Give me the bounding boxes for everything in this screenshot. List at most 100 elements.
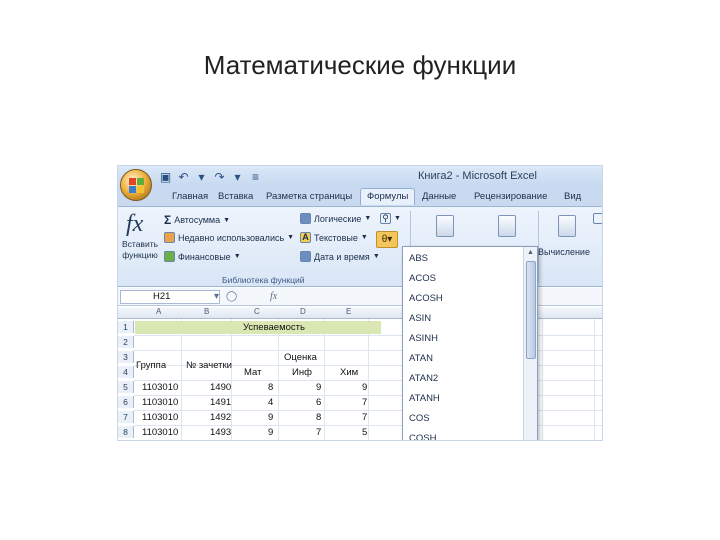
dropdown-arrow-icon[interactable]: ▾ (230, 170, 245, 185)
autosum-label: Автосумма (174, 215, 221, 225)
menu-item-function[interactable]: ASIN (409, 313, 431, 324)
cell-math[interactable]: 4 (268, 397, 273, 409)
cell-math[interactable]: 9 (268, 412, 273, 424)
column-header[interactable]: C (254, 307, 260, 316)
tab-home[interactable]: Главная (172, 191, 208, 202)
cell-record-book[interactable]: 1493 (210, 427, 231, 439)
math-trig-button[interactable]: θ▾ (376, 231, 398, 248)
office-button[interactable] (120, 169, 152, 201)
dropdown-arrow-icon[interactable]: ▾ (194, 170, 209, 185)
sigma-icon: Σ (164, 213, 172, 227)
calc-now-icon[interactable] (593, 213, 602, 224)
tab-review[interactable]: Рецензирование (474, 191, 547, 202)
redo-icon[interactable]: ↷ (212, 170, 227, 185)
row-header[interactable]: 6 (118, 396, 134, 408)
calculation-label: Вычисление (538, 247, 590, 257)
cell-math[interactable]: 9 (268, 427, 273, 439)
cell-informatics[interactable]: 9 (316, 382, 321, 394)
column-header[interactable]: A (156, 307, 161, 316)
text-functions-label: Текстовые (314, 232, 358, 243)
row-header[interactable]: 8 (118, 426, 134, 438)
chevron-down-icon[interactable]: ▾ (214, 291, 219, 302)
cell-chemistry[interactable]: 7 (362, 397, 367, 409)
cell-informatics[interactable]: 8 (316, 412, 321, 424)
excel-screenshot: ▣ ↶ ▾ ↷ ▾ ≡ Книга2 - Microsoft Excel Гла… (117, 165, 603, 441)
menu-item-function[interactable]: ACOSH (409, 293, 443, 304)
cell-chemistry[interactable]: 5 (362, 427, 367, 439)
calculation-options-icon[interactable] (558, 215, 576, 237)
menu-item-function[interactable]: ACOS (409, 273, 436, 284)
tab-page-layout[interactable]: Разметка страницы (266, 191, 352, 202)
calculation-button[interactable]: Вычисление (538, 247, 590, 257)
insert-function-icon[interactable]: fx (126, 211, 143, 238)
row-header[interactable]: 2 (118, 336, 134, 348)
column-header[interactable]: E (346, 307, 351, 316)
cell-chemistry[interactable]: 7 (362, 412, 367, 424)
cell-group[interactable]: 1103010 (142, 382, 178, 394)
cell-informatics[interactable]: 6 (316, 397, 321, 409)
tab-view[interactable]: Вид (564, 191, 581, 202)
menu-item-function[interactable]: ATANH (409, 393, 440, 404)
cell-group[interactable]: 1103010 (142, 412, 178, 424)
tab-formulas[interactable]: Формулы (360, 188, 416, 205)
cell-math[interactable]: 8 (268, 382, 273, 394)
tab-data[interactable]: Данные (422, 191, 456, 202)
customize-qat-icon[interactable]: ≡ (248, 170, 263, 185)
chevron-down-icon: ▼ (372, 253, 380, 260)
menu-item-function[interactable]: ASINH (409, 333, 438, 344)
autosum-button[interactable]: Σ Автосумма ▼ (164, 213, 230, 227)
financial-functions-icon (164, 251, 175, 262)
name-manager-icon[interactable] (436, 215, 454, 237)
recent-functions-icon (164, 232, 175, 243)
insert-function-button[interactable]: Вставить функцию (120, 239, 160, 261)
cell-record-book[interactable]: 1491 (210, 397, 231, 409)
slide-title: Математические функции (203, 50, 517, 80)
save-icon[interactable]: ▣ (158, 170, 173, 185)
name-box[interactable]: H21 (120, 290, 220, 304)
grid-line (278, 319, 279, 440)
cell-chemistry[interactable]: 9 (362, 382, 367, 394)
row-header[interactable]: 5 (118, 381, 134, 393)
scroll-up-icon[interactable]: ▲ (524, 247, 537, 259)
header-chemistry: Хим (340, 367, 359, 378)
recent-functions-button[interactable]: Недавно использовались ▼ (164, 232, 294, 243)
chevron-down-icon: ▼ (360, 234, 368, 241)
grid-line (368, 319, 369, 440)
datetime-functions-button[interactable]: Дата и время ▼ (300, 251, 380, 262)
menu-item-function[interactable]: ATAN (409, 353, 433, 364)
menu-item-function[interactable]: COS (409, 413, 430, 424)
math-functions-dropdown: ABS ACOS ACOSH ASIN ASINH ATAN ATAN2 ATA… (402, 246, 538, 440)
financial-functions-button[interactable]: Финансовые ▼ (164, 251, 241, 262)
header-grades: Оценка (284, 352, 317, 363)
row-header[interactable]: 4 (118, 366, 134, 378)
cell-group[interactable]: 1103010 (142, 427, 178, 439)
menu-item-function[interactable]: ABS (409, 253, 428, 264)
menu-item-function[interactable]: COSH (409, 433, 436, 440)
financial-functions-label: Финансовые (178, 251, 231, 262)
dropdown-scrollbar[interactable]: ▲ (523, 247, 537, 440)
column-header[interactable]: B (204, 307, 209, 316)
scrollbar-thumb[interactable] (526, 261, 536, 359)
column-header[interactable]: D (300, 307, 306, 316)
tab-insert[interactable]: Вставка (218, 191, 253, 202)
cell-informatics[interactable]: 7 (316, 427, 321, 439)
text-functions-button[interactable]: A Текстовые ▼ (300, 232, 368, 243)
zoom-circle-icon[interactable]: ◯ (226, 291, 237, 302)
trace-icon[interactable] (498, 215, 516, 237)
row-header[interactable]: 7 (118, 411, 134, 423)
fx-formula-icon[interactable]: fx (270, 291, 277, 302)
undo-icon[interactable]: ↶ (176, 170, 191, 185)
logical-functions-button[interactable]: Логические ▼ (300, 213, 371, 224)
calendar-icon (300, 251, 311, 262)
cell-record-book[interactable]: 1490 (210, 382, 231, 394)
theta-icon: θ▾ (381, 234, 393, 245)
header-math: Мат (244, 367, 262, 378)
cell-record-book[interactable]: 1492 (210, 412, 231, 424)
lookup-functions-button[interactable]: ⚲ ▼ (380, 213, 401, 224)
logical-functions-label: Логические (314, 213, 362, 224)
row-header[interactable]: 3 (118, 351, 134, 363)
menu-item-function[interactable]: ATAN2 (409, 373, 438, 384)
row-header[interactable]: 1 (118, 321, 134, 333)
quick-access-toolbar: ▣ ↶ ▾ ↷ ▾ ≡ (158, 169, 263, 185)
cell-group[interactable]: 1103010 (142, 397, 178, 409)
